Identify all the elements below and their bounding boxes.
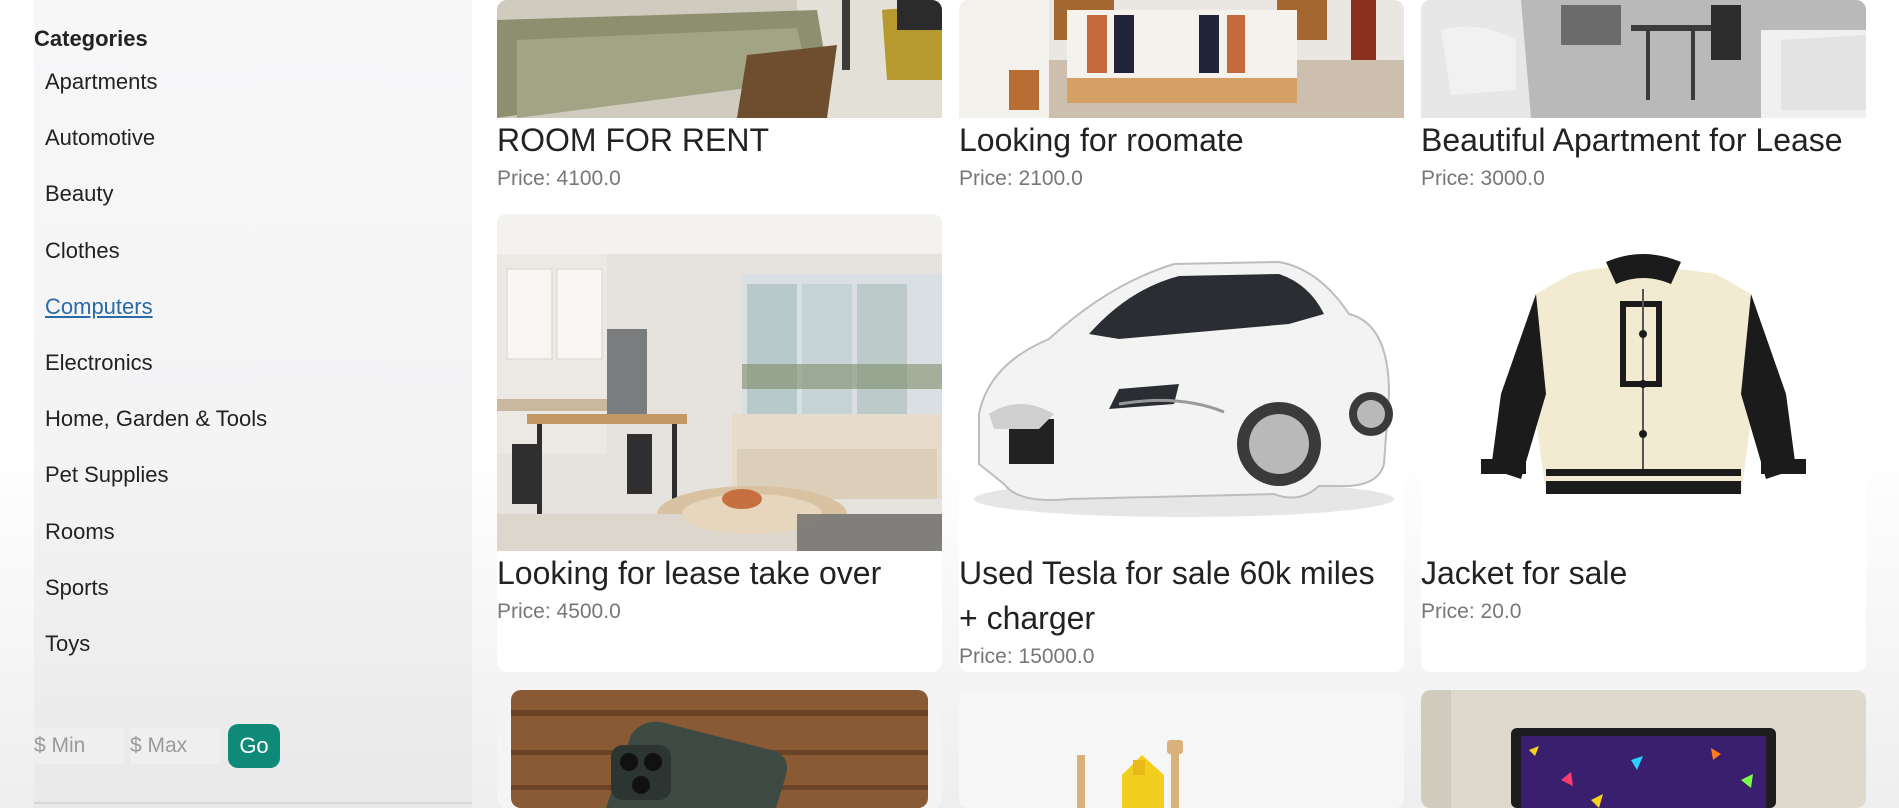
category-link-electronics[interactable]: Electronics (45, 350, 153, 375)
laptop-photo (1421, 690, 1866, 808)
category-item: Home, Garden & Tools (45, 405, 267, 461)
min-price-input[interactable] (34, 728, 124, 764)
category-item: Automotive (45, 124, 267, 180)
category-list: Apartments Automotive Beauty Clothes Com… (45, 68, 267, 686)
category-item: Toys (45, 630, 267, 686)
category-item: Apartments (45, 68, 267, 124)
white-tesla-photo (959, 214, 1404, 551)
living-room-photo (1421, 0, 1866, 118)
category-item: Pet Supplies (45, 461, 267, 517)
listing-title: Beautiful Apartment for Lease (1421, 122, 1843, 158)
toy-photo (959, 690, 1404, 808)
listing-card[interactable]: Jacket for sale Price: 20.0 (1421, 214, 1866, 672)
listing-price: Price: 3000.0 (1421, 167, 1545, 190)
category-item: Rooms (45, 518, 267, 574)
listing-card[interactable]: Used Tesla for sale 60k miles + charger … (959, 214, 1404, 672)
price-filter: Go (34, 724, 280, 768)
go-button[interactable]: Go (228, 724, 280, 768)
category-item: Sports (45, 574, 267, 630)
category-link-computers[interactable]: Computers (45, 294, 153, 319)
category-item: Clothes (45, 237, 267, 293)
varsity-jacket-photo (1421, 214, 1866, 551)
categories-heading: Categories (34, 26, 148, 51)
sidebar-divider (34, 802, 472, 804)
listing-title: Used Tesla for sale 60k miles + charger (959, 555, 1375, 636)
listing-card[interactable]: ROOM FOR RENT Price: 4100.0 (497, 0, 942, 196)
listing-card[interactable] (1421, 690, 1866, 808)
listing-price: Price: 4500.0 (497, 600, 621, 623)
listing-price: Price: 15000.0 (959, 645, 1095, 668)
listing-price: Price: 20.0 (1421, 600, 1522, 623)
listing-title: ROOM FOR RENT (497, 122, 769, 158)
category-link-rooms[interactable]: Rooms (45, 519, 115, 544)
category-link-automotive[interactable]: Automotive (45, 125, 155, 150)
max-price-input[interactable] (130, 728, 220, 764)
listing-card[interactable]: Beautiful Apartment for Lease Price: 300… (1421, 0, 1866, 196)
category-item: Computers (45, 293, 267, 349)
smartphone-photo (511, 690, 928, 808)
apartment-interior-photo (497, 214, 942, 551)
category-link-home-garden-tools[interactable]: Home, Garden & Tools (45, 406, 267, 431)
category-sidebar: Categories Apartments Automotive Beauty … (34, 0, 472, 808)
listing-card[interactable]: Looking for lease take over Price: 4500.… (497, 214, 942, 672)
listing-card[interactable] (497, 690, 942, 808)
category-link-apartments[interactable]: Apartments (45, 69, 158, 94)
listing-card[interactable] (959, 690, 1404, 808)
listing-title: Looking for roomate (959, 122, 1244, 158)
category-link-beauty[interactable]: Beauty (45, 181, 114, 206)
page: Categories Apartments Automotive Beauty … (0, 0, 1899, 808)
category-link-sports[interactable]: Sports (45, 575, 109, 600)
listing-title: Jacket for sale (1421, 555, 1628, 591)
listing-title: Looking for lease take over (497, 555, 882, 591)
listing-price: Price: 2100.0 (959, 167, 1083, 190)
bed-photo (959, 0, 1404, 118)
listing-price: Price: 4100.0 (497, 167, 621, 190)
category-link-clothes[interactable]: Clothes (45, 238, 120, 263)
category-item: Beauty (45, 180, 267, 236)
category-item: Electronics (45, 349, 267, 405)
listing-card[interactable]: Looking for roomate Price: 2100.0 (959, 0, 1404, 196)
bedroom-photo (497, 0, 942, 118)
category-link-pet-supplies[interactable]: Pet Supplies (45, 462, 169, 487)
category-link-toys[interactable]: Toys (45, 631, 90, 656)
